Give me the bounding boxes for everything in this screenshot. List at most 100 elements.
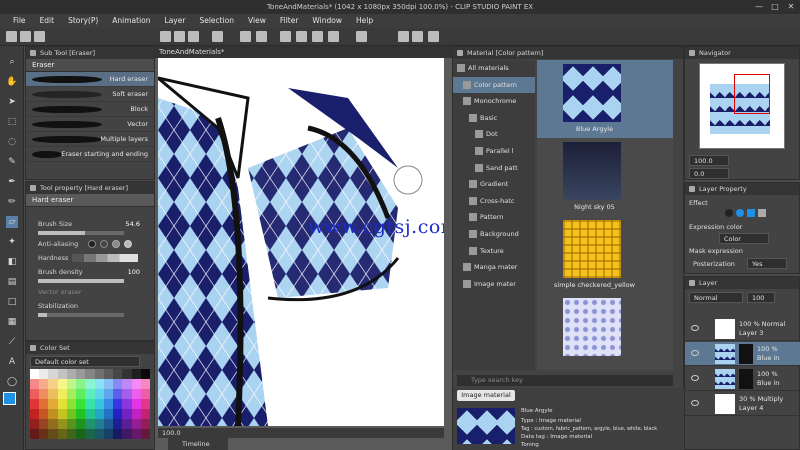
layer-row[interactable]: 100 % Blue in (685, 342, 800, 366)
color-swatch[interactable] (113, 369, 123, 379)
color-swatch[interactable] (85, 389, 95, 399)
layer-opacity[interactable]: 100 (747, 292, 775, 303)
material-tree-item[interactable]: Pattern (453, 209, 535, 226)
color-swatch[interactable] (30, 399, 40, 409)
color-swatch[interactable] (76, 369, 86, 379)
cmd-icon-3[interactable] (188, 31, 199, 42)
material-tree-item[interactable]: Parallel l (453, 143, 535, 160)
color-swatch[interactable] (103, 369, 114, 379)
color-swatch[interactable] (66, 429, 77, 439)
color-swatch[interactable] (85, 419, 95, 429)
brush-density-slider[interactable] (38, 279, 124, 283)
color-swatch[interactable] (103, 429, 114, 439)
navigator-zoom[interactable]: 100.0 (689, 155, 729, 166)
color-swatch[interactable] (39, 429, 49, 439)
cmd-icon-9[interactable] (312, 31, 323, 42)
color-swatch[interactable] (94, 419, 104, 429)
color-swatch[interactable] (48, 379, 58, 389)
posterization-dropdown[interactable]: Yes (747, 258, 787, 269)
color-swatch[interactable] (57, 419, 67, 429)
aa-weak-icon[interactable] (100, 240, 108, 248)
expression-color-dropdown[interactable]: Color (719, 233, 769, 244)
color-swatch[interactable] (94, 409, 104, 419)
cmd-icon-2[interactable] (174, 31, 185, 42)
pen-tool-icon[interactable]: ✒ (6, 176, 18, 188)
hardness-selector[interactable] (72, 254, 138, 262)
color-swatch[interactable] (131, 409, 141, 419)
subtool-tab-eraser[interactable]: Eraser (26, 59, 154, 72)
lasso-tool-icon[interactable]: ◌ (6, 136, 18, 148)
color-swatch[interactable] (57, 399, 67, 409)
menu-story[interactable]: Story(P) (61, 14, 105, 28)
stabilization-slider[interactable] (38, 313, 124, 317)
blend-mode-dropdown[interactable]: Normal (689, 292, 743, 303)
effect-icon-4[interactable] (758, 209, 766, 217)
subtool-block[interactable]: Block (26, 102, 154, 117)
cmd-icon-10[interactable] (328, 31, 339, 42)
open-file-icon[interactable] (20, 31, 31, 42)
subtool-hard-eraser[interactable]: Hard eraser (26, 72, 154, 87)
color-swatch[interactable] (113, 399, 123, 409)
cmd-icon-1[interactable] (160, 31, 171, 42)
color-swatch[interactable] (39, 399, 49, 409)
new-file-icon[interactable] (6, 31, 17, 42)
material-tree-item[interactable]: Image mater (453, 276, 535, 293)
material-tree-item[interactable]: Cross-hatc (453, 193, 535, 210)
cmd-icon-6[interactable] (256, 31, 267, 42)
layer-row[interactable]: 100 % Blue in (685, 367, 800, 391)
brush-density-value[interactable]: 100 (128, 265, 140, 279)
anti-aliasing-row[interactable]: Anti-aliasing (26, 237, 154, 251)
subtool-eraser-start-end[interactable]: Eraser starting and ending (26, 147, 154, 162)
effect-icon-2[interactable] (736, 209, 744, 217)
ruler-tool-icon[interactable]: ⟋ (6, 336, 18, 348)
color-swatch[interactable] (76, 429, 86, 439)
material-thumb-night-sky[interactable]: Night sky 05 (537, 138, 673, 216)
color-swatch[interactable] (103, 389, 114, 399)
cmd-icon-12[interactable] (398, 31, 409, 42)
color-swatch[interactable] (122, 399, 132, 409)
gradient-tool-icon[interactable]: ▤ (6, 276, 18, 288)
material-thumb-blue-argyle[interactable]: Blue Argyle (537, 60, 673, 138)
color-swatch[interactable] (140, 409, 150, 419)
color-swatch[interactable] (48, 399, 58, 409)
color-swatch[interactable] (94, 389, 104, 399)
color-swatch[interactable] (76, 379, 86, 389)
color-swatch[interactable] (140, 399, 150, 409)
color-swatch[interactable] (66, 379, 77, 389)
layer-row[interactable]: 30 % Multiply Layer 4 (685, 392, 800, 416)
navigator-angle[interactable]: 0.0 (689, 168, 729, 179)
color-swatch[interactable] (85, 379, 95, 389)
material-tree-item[interactable]: Sand patt (453, 160, 535, 177)
color-swatch[interactable] (103, 399, 114, 409)
material-tree-item[interactable]: Background (453, 226, 535, 243)
color-swatch[interactable] (122, 379, 132, 389)
close-icon[interactable]: ✕ (784, 0, 798, 14)
color-swatch[interactable] (30, 419, 40, 429)
maximize-icon[interactable]: □ (768, 0, 782, 14)
material-tree-item[interactable]: Gradient (453, 176, 535, 193)
color-swatch[interactable] (57, 389, 67, 399)
main-color-swatch[interactable] (3, 392, 16, 405)
color-swatch[interactable] (131, 379, 141, 389)
material-tree-item[interactable]: Texture (453, 243, 535, 260)
brush-density-row[interactable]: Brush density 100 (26, 265, 154, 279)
brush-size-value[interactable]: 54.6 (126, 217, 140, 231)
eye-icon[interactable] (691, 350, 699, 356)
material-tree-item[interactable]: Monochrome (453, 93, 535, 110)
menu-filter[interactable]: Filter (273, 14, 306, 28)
stabilization-row[interactable]: Stabilization (26, 299, 154, 313)
color-swatch[interactable] (66, 409, 77, 419)
figure-tool-icon[interactable]: □ (6, 296, 18, 308)
subtool-soft-eraser[interactable]: Soft eraser (26, 87, 154, 102)
cmd-icon-4[interactable] (212, 31, 223, 42)
aa-none-icon[interactable] (88, 240, 96, 248)
color-swatch[interactable] (122, 419, 132, 429)
color-set-dropdown[interactable]: Default color set (30, 356, 140, 367)
color-swatch[interactable] (66, 399, 77, 409)
material-tree-item[interactable]: Manga mater (453, 259, 535, 276)
cmd-icon-11[interactable] (356, 31, 367, 42)
cmd-icon-5[interactable] (240, 31, 251, 42)
aa-medium-icon[interactable] (112, 240, 120, 248)
material-thumb-checkered-yellow[interactable]: simple checkered_yellow (537, 216, 673, 294)
color-swatch[interactable] (76, 389, 86, 399)
